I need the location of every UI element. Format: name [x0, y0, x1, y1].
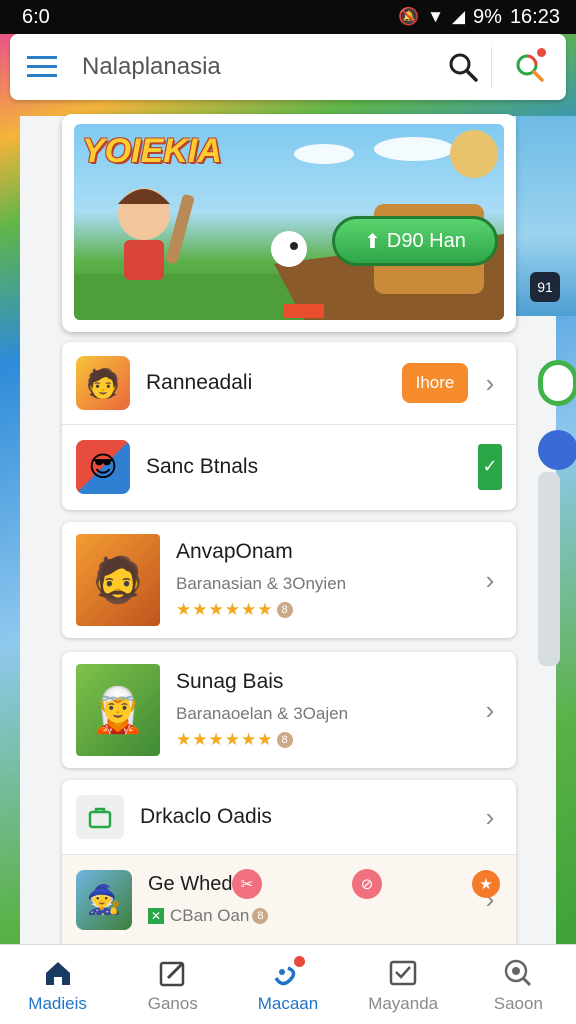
- status-clock: 16:23: [509, 5, 560, 28]
- more-button[interactable]: Ihore: [402, 363, 468, 403]
- banner-logo: YOIEKIA: [82, 132, 222, 170]
- scrollbar[interactable]: [538, 472, 560, 666]
- sub-badge: 8: [252, 908, 269, 924]
- star-icon: ★: [176, 600, 192, 619]
- play-button[interactable]: ⬆ D90 Han: [332, 216, 498, 266]
- battery-level: 9%: [473, 5, 502, 28]
- nav-apps[interactable]: Macaan: [238, 955, 338, 1014]
- nav-home[interactable]: Madieis: [8, 956, 108, 1014]
- close-icon: ✕: [148, 908, 164, 924]
- mute-icon: 🔕: [397, 7, 420, 26]
- list-item-title: Ranneadali: [146, 371, 253, 394]
- bottom-navigation: Madieis Ganos Macaan Mayanda Saoon: [0, 944, 576, 1024]
- rating: ★ ★ ★ ★ ★ ★ 8: [176, 600, 478, 620]
- game-title: Sunag Bais: [176, 670, 284, 693]
- check-icon: ✓: [482, 456, 498, 476]
- status-time: 6:0: [22, 5, 50, 28]
- list-item[interactable]: 🧑 Ranneadali Ihore ›: [62, 342, 516, 424]
- downloads-header[interactable]: Drkaclo Oadis ›: [62, 780, 516, 854]
- star-icon: ★: [208, 600, 224, 619]
- list-item-subtitle: CBan Oan: [170, 906, 250, 925]
- star-icon: ★: [176, 730, 192, 749]
- installed-check-button[interactable]: ✓: [478, 443, 502, 490]
- game-card[interactable]: 🧝 Sunag Bais Baranaoelan & 3Oajen ★ ★ ★ …: [62, 652, 516, 768]
- notification-dot: [537, 48, 546, 57]
- nav-label: Macaan: [257, 993, 319, 1013]
- game-thumbnail: 🧔: [76, 534, 160, 626]
- peek-badge: 91: [530, 272, 560, 302]
- page-title: Nalaplanasia: [82, 53, 221, 80]
- game-thumbnail: 🧝: [76, 664, 160, 756]
- nav-label: Madieis: [28, 993, 87, 1013]
- signal-icon: ◢: [451, 7, 466, 26]
- nav-label: Saoon: [493, 993, 543, 1013]
- play-button-label: D90 Han: [386, 229, 466, 252]
- list-item-title: Sanc Btnals: [146, 454, 259, 478]
- downloads-card: Drkaclo Oadis › 🧙 Ge Whed ✕ CBan Oan 8 ✂…: [62, 780, 516, 944]
- banner-image: YOIEKIA ⬆ D90 Han: [74, 124, 504, 320]
- star-icon: ★: [224, 730, 240, 749]
- search-icon: [503, 956, 533, 990]
- wrench-icon[interactable]: ✂: [232, 869, 262, 899]
- star-icon: ★: [241, 730, 257, 749]
- arrow-up-icon: ⬆: [364, 230, 381, 253]
- list-item[interactable]: 😎 Sanc Btnals ✓: [62, 424, 516, 508]
- star-icon: ★: [192, 730, 208, 749]
- game-title: AnvapOnam: [176, 540, 293, 563]
- nav-games[interactable]: Ganos: [123, 956, 223, 1014]
- home-icon: [43, 956, 73, 990]
- side-bubble[interactable]: [538, 360, 576, 406]
- star-icon: ★: [257, 600, 273, 619]
- shopping-bag-icon: [76, 795, 124, 839]
- edit-icon: [158, 956, 188, 990]
- star-icon: ★: [241, 600, 257, 619]
- star-badge-icon[interactable]: ★: [472, 870, 500, 898]
- rating-badge: 8: [276, 732, 293, 748]
- tag-icon[interactable]: ⊘: [352, 869, 382, 899]
- notification-dot: [293, 955, 305, 967]
- chevron-right-icon[interactable]: ›: [478, 802, 502, 833]
- search-icon: [449, 53, 478, 82]
- app-bar: Nalaplanasia: [10, 34, 566, 100]
- star-icon: ★: [208, 730, 224, 749]
- app-icon: 🧙: [76, 869, 132, 930]
- downloads-title: Drkaclo Oadis: [140, 805, 272, 828]
- nav-label: Ganos: [147, 993, 198, 1013]
- nav-label: Mayanda: [368, 993, 439, 1013]
- nav-search[interactable]: Saoon: [468, 956, 568, 1014]
- list-item[interactable]: 🧙 Ge Whed ✕ CBan Oan 8 ✂ ⊘ ★ ›: [62, 854, 516, 944]
- game-card[interactable]: 🧔 AnvapOnam Baranasian & 3Onyien ★ ★ ★ ★…: [62, 522, 516, 638]
- wifi-icon: ▼: [427, 7, 444, 26]
- chevron-right-icon[interactable]: ›: [478, 565, 502, 596]
- rating-badge: 8: [276, 602, 293, 618]
- game-subtitle: Baranaoelan & 3Oajen: [176, 704, 349, 723]
- star-icon: ★: [257, 730, 273, 749]
- menu-button[interactable]: [10, 34, 74, 100]
- discover-button[interactable]: [492, 34, 566, 100]
- app-icon: 😎: [76, 439, 130, 494]
- chevron-right-icon[interactable]: ›: [478, 368, 502, 399]
- hamburger-icon: [27, 56, 57, 77]
- chevron-right-icon[interactable]: ›: [478, 695, 502, 726]
- nav-library[interactable]: Mayanda: [353, 956, 453, 1014]
- side-bubble-blue[interactable]: [538, 430, 576, 470]
- rating: ★ ★ ★ ★ ★ ★ 8: [176, 730, 478, 750]
- star-icon: ★: [192, 600, 208, 619]
- app-icon: 🧑: [76, 356, 130, 410]
- featured-banner[interactable]: YOIEKIA ⬆ D90 Han: [62, 114, 516, 332]
- featured-list: 🧑 Ranneadali Ihore › 😎 Sanc Btnals ✓: [62, 342, 516, 510]
- search-button[interactable]: [435, 34, 491, 100]
- status-bar: 6:0 🔕 ▼ ◢ 9% 16:23: [0, 0, 576, 34]
- checkbox-icon: [388, 956, 418, 990]
- star-icon: ★: [224, 600, 240, 619]
- game-subtitle: Baranasian & 3Onyien: [176, 574, 347, 593]
